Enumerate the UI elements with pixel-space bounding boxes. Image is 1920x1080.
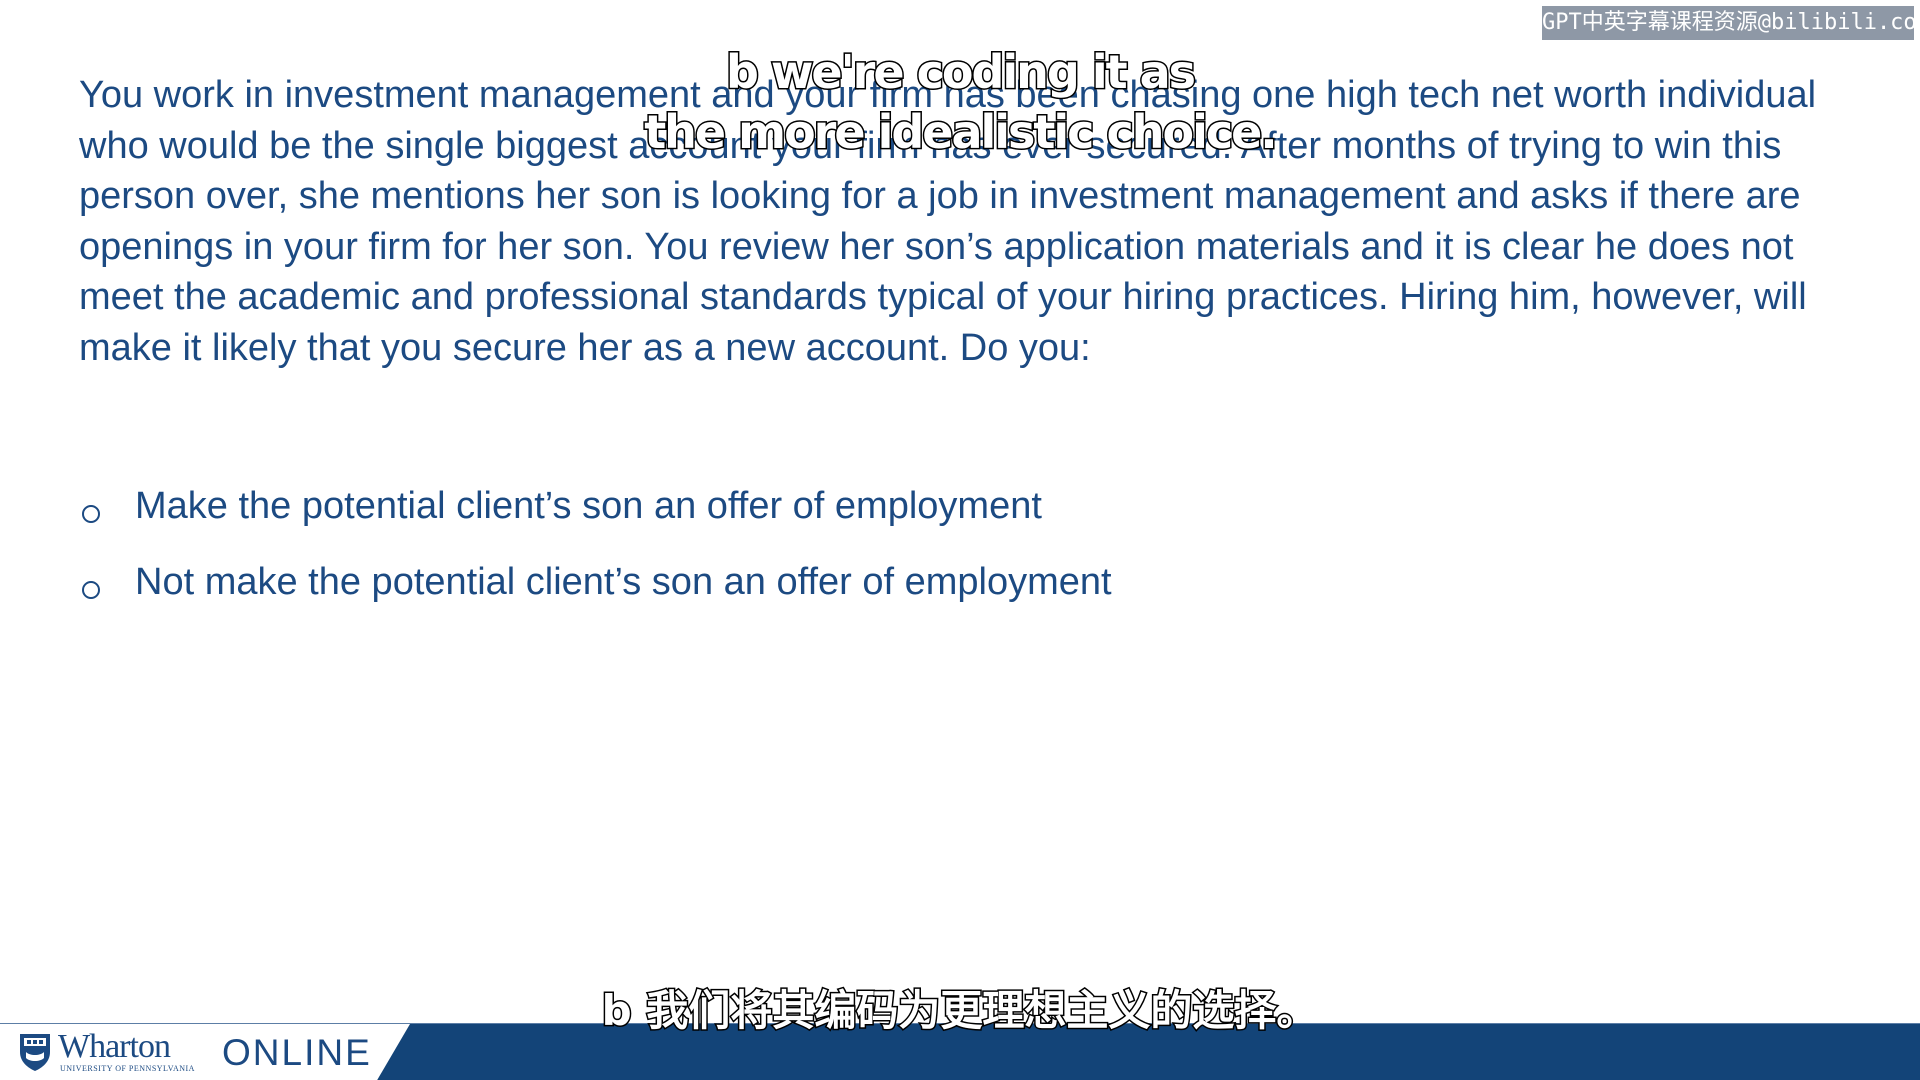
watermark-label: GPT中英字幕课程资源@bilibili.com [1542,6,1914,40]
answer-option-no-offer[interactable]: Not make the potential client’s son an o… [79,560,1679,604]
slide: GPT中英字幕课程资源@bilibili.com You work in inv… [0,0,1920,1080]
answer-option-label: Make the potential client’s son an offer… [135,484,1042,527]
english-subtitle: b we're coding it as the more idealistic… [0,42,1920,162]
chinese-subtitle: b 我们将其编码为更理想主义的选择。 [600,985,1320,1037]
english-subtitle-line-2: the more idealistic choice. [643,104,1280,161]
answer-option-make-offer[interactable]: Make the potential client’s son an offer… [79,484,1679,528]
radio-circle-icon[interactable] [82,505,100,523]
radio-circle-icon[interactable] [82,581,100,599]
answer-options: Make the potential client’s son an offer… [79,484,1679,636]
penn-shield-icon [20,1034,50,1071]
university-subline: University of Pennsylvania [60,1064,195,1073]
english-subtitle-line-1: b we're coding it as [724,44,1197,101]
answer-option-label: Not make the potential client’s son an o… [135,560,1112,603]
online-wordmark: ONLINE [222,1032,372,1073]
